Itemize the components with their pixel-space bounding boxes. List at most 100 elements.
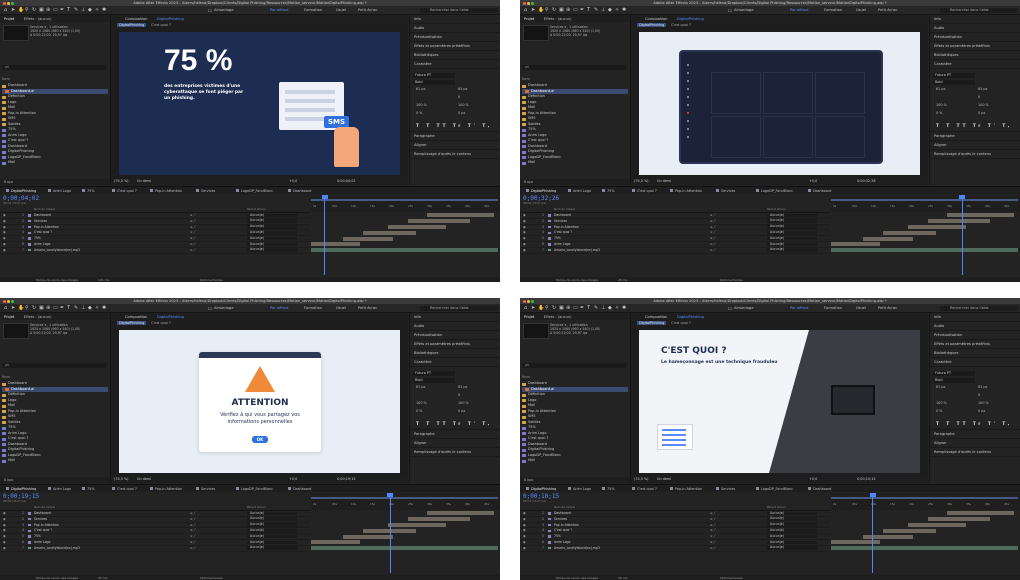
panel-section[interactable]: Info [410, 313, 500, 322]
layer-name[interactable]: 75% [554, 534, 561, 539]
parent-select[interactable]: Aucun(e) [247, 219, 297, 223]
layer-switches[interactable]: ⊕ ╱ [190, 242, 195, 247]
layer-name[interactable]: Anim Logo [34, 242, 50, 247]
viewer-comp-name[interactable]: DigitalPhishing [157, 315, 184, 319]
breadcrumb[interactable]: DigitalPhishing [117, 321, 147, 325]
layer-duration-bar[interactable] [831, 248, 1018, 253]
project-search-input[interactable]: ρ▾ [2, 363, 106, 368]
layer-name[interactable]: Amaria_LovelyIsland(ev).mp3 [554, 248, 600, 253]
layer-duration-bar[interactable] [831, 242, 880, 247]
zoom-level[interactable]: (74,5 %) [634, 178, 649, 185]
v-scale-field[interactable]: 100 % [978, 103, 989, 107]
timeline-tab[interactable]: Pop-in Attention [150, 189, 182, 193]
content-fill-section[interactable]: Remplissage d'après le contenu [410, 448, 500, 457]
timeline-tab[interactable]: 75% [602, 487, 615, 491]
viewer-comp-name[interactable]: DigitalPhishing [157, 17, 184, 21]
snap-checkbox[interactable]: ☐ [728, 306, 732, 311]
label-color[interactable] [28, 219, 31, 223]
layer-duration-bar[interactable] [883, 528, 936, 533]
parent-select[interactable]: Aucun(e) [767, 540, 817, 545]
parent-select[interactable]: Aucun(e) [247, 511, 297, 516]
layer-duration-bar[interactable] [862, 534, 914, 539]
timeline-tab[interactable]: Anim Logo [48, 189, 71, 193]
tab-project[interactable]: Projet [524, 315, 534, 319]
label-color[interactable] [548, 512, 551, 515]
visibility-eye-icon[interactable]: ◉ [523, 517, 526, 522]
timeline-tab[interactable]: Services [716, 189, 735, 193]
timeline-tab[interactable]: DigitalPhishing [6, 189, 36, 193]
label-color[interactable] [28, 517, 31, 521]
timeline-tab[interactable]: LogoDP_FondBlanc [756, 189, 793, 193]
brush-tool-icon[interactable]: ✎ [74, 305, 78, 311]
parent-select[interactable]: Aucun(e) [767, 528, 817, 533]
layer-name[interactable]: C'est quoi ? [554, 230, 572, 235]
layer-name[interactable]: Amaria_LovelyIsland(ev).mp3 [554, 546, 600, 551]
text-style-buttons[interactable]: T T TT Tr T' T, [416, 421, 492, 426]
panel-section[interactable]: Caractère [410, 358, 500, 367]
puppet-tool-icon[interactable]: ✱ [102, 305, 106, 311]
panel-section[interactable]: Caractère [930, 60, 1020, 69]
layer-name[interactable]: Anim Logo [554, 242, 570, 247]
pen-tool-icon[interactable]: ✒ [60, 305, 64, 311]
type-tool-icon[interactable]: T [67, 305, 70, 311]
current-timecode[interactable]: 0;00;04;02 [3, 195, 39, 202]
label-color[interactable] [548, 541, 551, 544]
label-color[interactable] [548, 237, 551, 240]
timeline-tab[interactable]: Anim Logo [568, 487, 591, 491]
leading-field[interactable]: 63 px [458, 385, 468, 389]
content-fill-section[interactable]: Remplissage d'après le contenu [410, 150, 500, 159]
project-item[interactable]: Mail [522, 458, 628, 464]
layer-name[interactable]: Dashboard [34, 213, 51, 218]
work-area-bar[interactable] [311, 497, 498, 499]
panel-section[interactable]: Effets et paramètres prédéfinis [930, 42, 1020, 51]
brush-tool-icon[interactable]: ✎ [74, 7, 78, 13]
workspace-3[interactable]: Petit écran [358, 306, 377, 310]
home-icon[interactable]: ⌂ [524, 7, 527, 13]
timeline-tab[interactable]: LogoDP_FondBlanc [236, 189, 273, 193]
layer-duration-bar[interactable] [862, 236, 914, 241]
parent-select[interactable]: Aucun(e) [767, 236, 817, 241]
label-color[interactable] [28, 248, 31, 252]
help-search-input[interactable]: Rechercher dans l'aide [420, 305, 498, 311]
rectangle-tool-icon[interactable]: ▭ [53, 7, 58, 13]
project-search-input[interactable]: ρ▾ [522, 65, 626, 70]
tracking-field[interactable]: 0 [978, 393, 980, 397]
layer-name[interactable]: Amaria_LovelyIsland(ev).mp3 [34, 546, 80, 551]
timeline-tab[interactable]: Services [196, 189, 215, 193]
h-scale-field[interactable]: 100 % [936, 103, 947, 107]
parent-select[interactable]: Aucun(e) [767, 534, 817, 539]
tsume-field[interactable]: 0 % [936, 111, 942, 115]
parent-select[interactable]: Aucun(e) [767, 213, 817, 218]
content-fill-section[interactable]: Remplissage d'après le contenu [930, 150, 1020, 159]
rotate-tool-icon[interactable]: ↻ [32, 7, 36, 13]
parent-select[interactable]: Aucun(e) [767, 517, 817, 521]
camera-tool-icon[interactable]: ▣ [39, 305, 44, 311]
workspace-2[interactable]: Usuel [336, 8, 346, 12]
layer-switches[interactable]: ⊕ ╱ [710, 511, 715, 516]
tracking-field[interactable]: 0 [458, 393, 460, 397]
layer-switches[interactable]: ⊕ ╱ [710, 225, 715, 230]
timeline-tab[interactable]: 75% [82, 189, 95, 193]
rectangle-tool-icon[interactable]: ▭ [573, 305, 578, 311]
roto-brush-icon[interactable]: ✧ [615, 7, 619, 13]
v-scale-field[interactable]: 100 % [978, 401, 989, 405]
layer-switches[interactable]: ⊕ ╱ [190, 523, 195, 528]
ok-button[interactable]: OK [252, 436, 268, 443]
tab-effects[interactable]: Effets : (aucun) [24, 315, 52, 319]
layer-duration-bar[interactable] [342, 236, 394, 241]
panel-section[interactable]: Prévisualisation [930, 331, 1020, 340]
label-color[interactable] [548, 248, 551, 252]
visibility-eye-icon[interactable]: ◉ [3, 528, 6, 533]
breadcrumb[interactable]: DigitalPhishing [637, 321, 667, 325]
layer-name[interactable]: Amaria_LovelyIsland(ev).mp3 [34, 248, 80, 253]
timeline-tab[interactable]: Pop-in Attention [150, 487, 182, 491]
layer-switches[interactable]: ⊕ ╱ [190, 528, 195, 533]
brush-tool-icon[interactable]: ✎ [594, 7, 598, 13]
baseline-field[interactable]: 0 px [458, 111, 465, 115]
align-section[interactable]: Aligner [930, 439, 1020, 448]
parent-select[interactable]: Aucun(e) [247, 534, 297, 539]
zoom-level[interactable]: (74,5 %) [114, 476, 129, 483]
layer-duration-bar[interactable] [408, 219, 470, 224]
project-search-input[interactable]: ρ▾ [522, 363, 626, 368]
visibility-eye-icon[interactable]: ◉ [523, 534, 526, 539]
